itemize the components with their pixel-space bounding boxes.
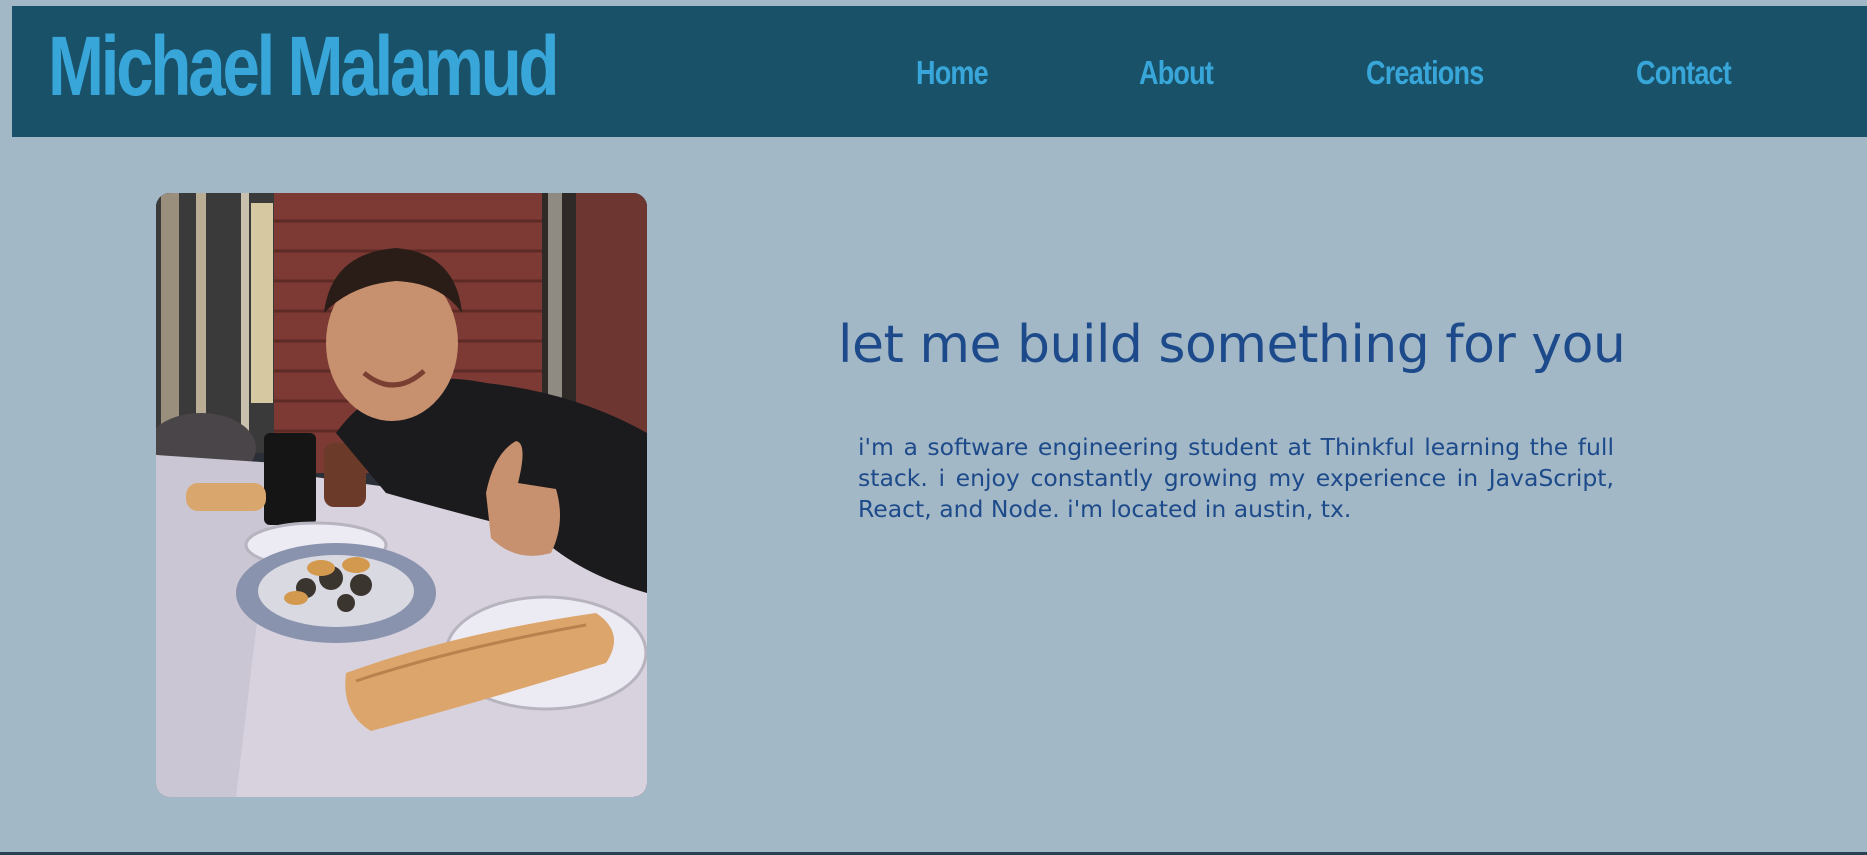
- profile-photo: [156, 193, 647, 797]
- nav-link-contact[interactable]: Contact: [1636, 53, 1732, 93]
- site-title[interactable]: Michael Malamud: [48, 16, 560, 116]
- nav-link-about[interactable]: About: [1139, 53, 1214, 93]
- bio-paragraph: i'm a software engineering student at Th…: [858, 433, 1614, 523]
- nav-link-home[interactable]: Home: [916, 53, 989, 93]
- hero-headline: let me build something for you: [838, 315, 1626, 375]
- nav-link-creations[interactable]: Creations: [1366, 53, 1484, 93]
- site-header: Michael Malamud Home About Creations Con…: [12, 6, 1867, 137]
